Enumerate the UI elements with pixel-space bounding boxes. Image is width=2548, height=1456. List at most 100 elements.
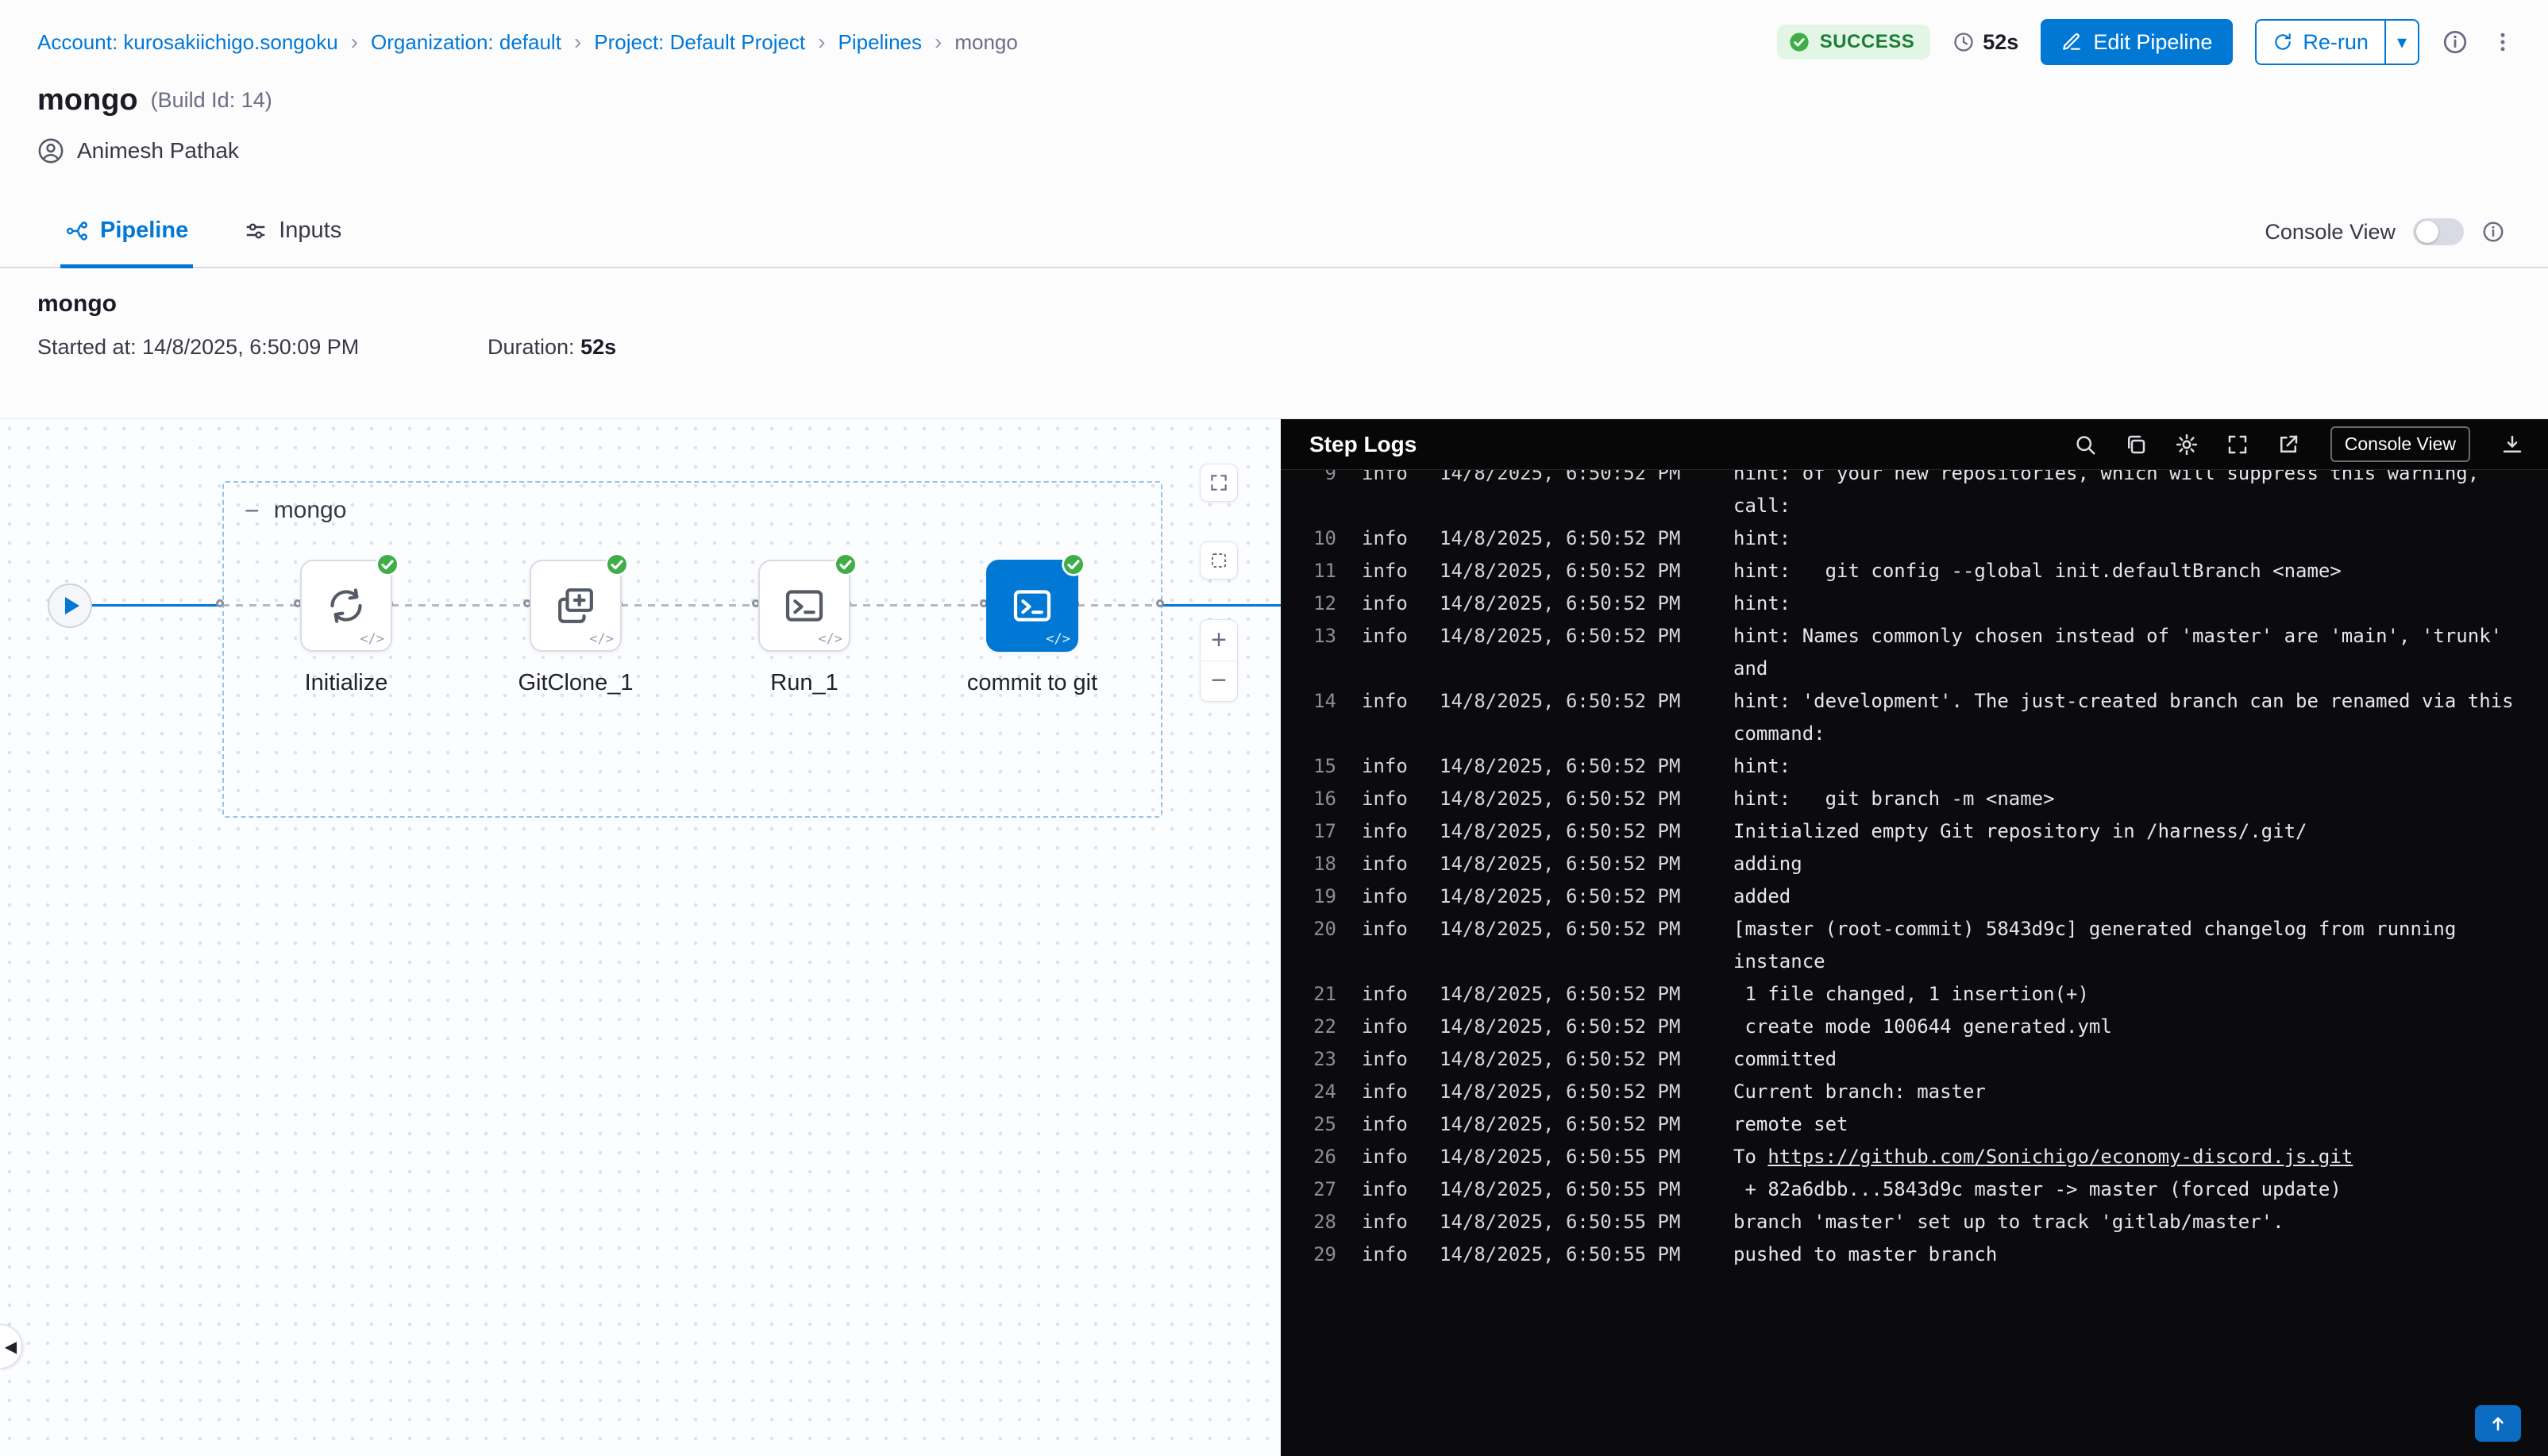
log-line: 14info14/8/2025, 6:50:52 PMhint: 'develo… [1300,685,2548,718]
log-message: hint: [1733,522,1791,555]
terminal-icon [1010,584,1054,628]
log-timestamp: 14/8/2025, 6:50:52 PM [1440,880,1687,913]
log-line-number: 26 [1300,1141,1336,1173]
breadcrumb-item[interactable]: Pipelines [838,30,922,55]
log-level: info [1362,587,1417,620]
log-level: info [1362,1173,1417,1206]
log-line-number: 11 [1300,555,1336,587]
copy-logs-icon[interactable] [2124,433,2148,456]
log-level: info [1362,1011,1417,1043]
zoom-out-button[interactable]: − [1201,661,1237,702]
tab-pipeline[interactable]: Pipeline [60,197,193,268]
log-line: 17info14/8/2025, 6:50:52 PMInitialized e… [1300,815,2548,848]
log-line: 28info14/8/2025, 6:50:55 PMbranch 'maste… [1300,1206,2548,1238]
log-line: and [1300,653,2548,685]
log-line-number: 14 [1300,685,1336,718]
rerun-caret[interactable]: ▾ [2384,21,2418,64]
fullscreen-icon [1208,472,1229,493]
log-timestamp: 14/8/2025, 6:50:52 PM [1440,620,1687,653]
log-message: Initialized empty Git repository in /har… [1733,815,2307,848]
title-row: mongo (Build Id: 14) [37,79,272,121]
tab-inputs[interactable]: Inputs [239,197,346,268]
left-drawer-handle[interactable]: ◀ [0,1324,22,1369]
edge-connector [1162,604,1281,607]
log-line: call: [1300,490,2548,522]
log-line: 9info14/8/2025, 6:50:52 PMhint: of your … [1300,470,2548,490]
log-line-number [1300,653,1336,685]
log-timestamp: 14/8/2025, 6:50:55 PM [1440,1206,1687,1238]
log-level: info [1362,685,1417,718]
log-line-number: 22 [1300,1011,1336,1043]
pipeline-node-commit-to-git[interactable]: </> [986,560,1078,652]
log-level: info [1362,555,1417,587]
pipeline-node-run-1[interactable]: </> [758,560,850,652]
success-check-icon [1788,31,1810,53]
node-label-initialize: Initialize [227,670,465,696]
log-line: 26info14/8/2025, 6:50:55 PMTo https://gi… [1300,1141,2548,1173]
log-level: info [1362,1238,1417,1271]
terminal-icon [782,584,827,628]
console-view-toggle[interactable] [2413,218,2464,245]
log-line-number: 19 [1300,880,1336,913]
tab-inputs-label: Inputs [279,218,341,244]
log-link[interactable]: https://github.com/Sonichigo/economy-dis… [1767,1146,2353,1168]
breadcrumb: Account: kurosakiichigo.songoku›Organiza… [37,29,1018,55]
expand-logs-icon[interactable] [2226,433,2249,456]
author-name: Animesh Pathak [77,138,239,164]
run-name: mongo [37,291,2511,318]
zoom-in-button[interactable]: + [1201,620,1237,661]
duration-text: 52s [1983,30,2018,55]
pipeline-node-initialize[interactable]: </> [300,560,392,652]
sync-icon [324,584,368,628]
run-info-bar: mongo Started at: 14/8/2025, 6:50:09 PM … [0,268,2548,419]
log-message: instance [1733,946,1825,978]
log-message: and [1733,653,1767,685]
duration-indicator: 52s [1952,30,2018,55]
log-message: hint: of your new repositories, which wi… [1733,470,2479,490]
console-view-button[interactable]: Console View [2330,426,2470,462]
open-in-new-icon[interactable] [2276,433,2300,456]
pipeline-canvas[interactable]: − mongo </>Initialize</> [0,419,1281,1456]
run-duration-label: Duration: [488,335,575,359]
log-timestamp: 14/8/2025, 6:50:52 PM [1440,587,1687,620]
log-output[interactable]: 9info14/8/2025, 6:50:52 PMhint: of your … [1281,470,2548,1456]
log-line-number: 12 [1300,587,1336,620]
avatar-icon [37,137,64,164]
pipeline-node-gitclone-1[interactable]: </> [530,560,622,652]
breadcrumb-item[interactable]: Organization: default [371,30,561,55]
run-start-node[interactable] [48,584,92,628]
inputs-icon [244,219,268,243]
log-level [1362,653,1417,685]
settings-gear-icon[interactable] [2175,433,2199,456]
tab-bar-right: Console View [2265,197,2505,267]
edge-connector [89,604,222,607]
log-line-number: 21 [1300,978,1336,1011]
breadcrumb-item[interactable]: Project: Default Project [594,30,805,55]
canvas-marquee-button[interactable] [1200,541,1238,580]
download-logs-icon[interactable] [2500,433,2524,456]
log-level: info [1362,750,1417,783]
breadcrumb-item[interactable]: Account: kurosakiichigo.songoku [37,30,338,55]
log-timestamp: 14/8/2025, 6:50:52 PM [1440,815,1687,848]
canvas-fullscreen-button[interactable] [1200,464,1238,502]
log-line: 22info14/8/2025, 6:50:52 PM create mode … [1300,1011,2548,1043]
info-icon[interactable] [2442,29,2469,56]
log-timestamp: 14/8/2025, 6:50:52 PM [1440,1108,1687,1141]
search-icon[interactable] [2073,433,2097,456]
edge-connector [391,604,530,607]
log-timestamp [1440,653,1687,685]
console-info-icon[interactable] [2481,220,2505,244]
scroll-to-top-button[interactable] [2475,1405,2521,1442]
log-line-number [1300,946,1336,978]
rerun-button[interactable]: Re-run ▾ [2255,19,2419,65]
edit-pipeline-button[interactable]: Edit Pipeline [2041,19,2233,65]
top-bar: Account: kurosakiichigo.songoku›Organiza… [0,0,2548,84]
log-timestamp: 14/8/2025, 6:50:55 PM [1440,1141,1687,1173]
log-timestamp: 14/8/2025, 6:50:52 PM [1440,848,1687,880]
tab-bar: Pipeline Inputs Console View [0,197,2548,268]
log-level: info [1362,522,1417,555]
top-bar-actions: SUCCESS 52s Edit Pipeline Re-r [1777,19,2515,65]
collapse-group-icon[interactable]: − [245,499,260,522]
more-menu-icon[interactable] [2491,30,2515,54]
edge-connector [222,604,300,607]
